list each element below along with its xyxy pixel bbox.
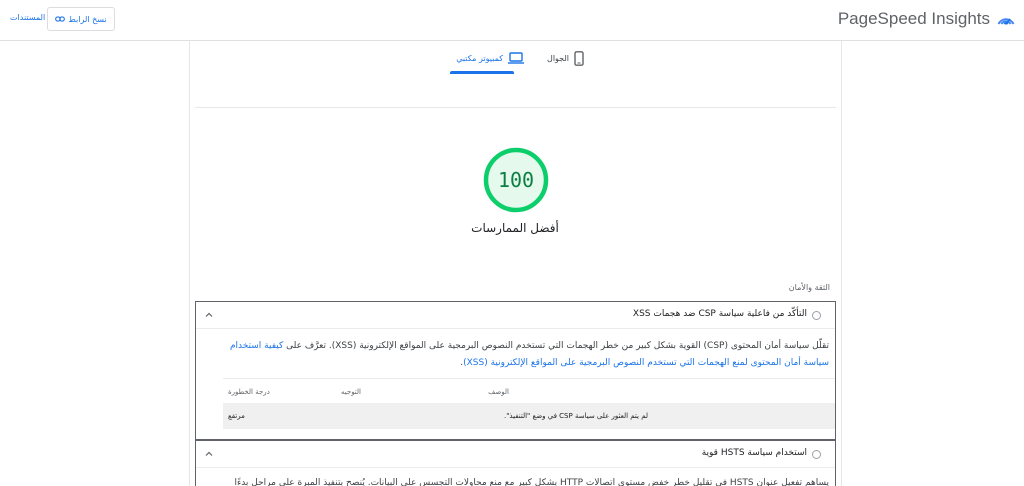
audit-hsts: استخدام سياسة HSTS قوية يساهم تفعيل عنوا… (195, 440, 836, 486)
tab-desktop[interactable]: كمبيوتر مكتبي (448, 42, 524, 74)
section-divider (195, 107, 836, 108)
pagespeed-logo-icon (997, 18, 1015, 25)
audit-header[interactable]: استخدام سياسة HSTS قوية (196, 441, 835, 468)
audit-title: استخدام سياسة HSTS قوية (701, 448, 807, 458)
audit-status-icon (812, 450, 821, 459)
audit-description: يساهم تفعيل عنوان HSTS في تقليل خطر خفض … (217, 475, 829, 486)
table-row: لم يتم العثور على سياسة CSP في وضع "التن… (223, 403, 835, 429)
top-bar: PageSpeed Insights نسخ الرابط المستندات (0, 0, 1024, 41)
col-header-directive: التوجيه (341, 388, 361, 396)
brand[interactable]: PageSpeed Insights (838, 6, 1016, 32)
selected-tab-indicator (450, 71, 514, 74)
docs-link[interactable]: المستندات (10, 13, 45, 22)
score-value: 100 (497, 168, 535, 192)
link-icon (55, 16, 66, 22)
device-tabs: الجوال كمبيوتر مكتبي (440, 42, 590, 74)
audit-description-text: يساهم تفعيل عنوان HSTS في تقليل خطر خفض … (234, 478, 829, 486)
content-right-border (841, 41, 842, 486)
smartphone-icon (574, 50, 584, 66)
content-left-border (189, 41, 190, 486)
tab-mobile-label: الجوال (547, 53, 569, 63)
audit-csp-xss: التأكّد من فاعلية سياسة CSP ضد هجمات XSS… (195, 301, 836, 440)
category-title: أفضل الممارسات (471, 221, 559, 235)
audit-table: الوصف التوجيه درجة الخطورة لم يتم العثور… (223, 378, 835, 429)
col-header-severity: درجة الخطورة (228, 388, 270, 396)
audit-title: التأكّد من فاعلية سياسة CSP ضد هجمات XSS (632, 309, 807, 319)
laptop-icon (508, 52, 524, 64)
audit-header[interactable]: التأكّد من فاعلية سياسة CSP ضد هجمات XSS (196, 302, 835, 329)
copy-link-label: نسخ الرابط (68, 14, 107, 24)
chevron-up-icon[interactable] (205, 311, 213, 319)
table-header-row: الوصف التوجيه درجة الخطورة (223, 378, 835, 403)
audit-description-text: تقلّل سياسة أمان المحتوى (CSP) القوية بش… (286, 341, 829, 351)
col-header-description: الوصف (488, 388, 509, 396)
score-gauge: 100 (482, 146, 550, 214)
audit-status-icon (812, 311, 821, 320)
copy-link-button[interactable]: نسخ الرابط (47, 7, 115, 31)
brand-name: PageSpeed Insights (837, 9, 990, 28)
tab-desktop-label: كمبيوتر مكتبي (456, 53, 503, 63)
audit-description: تقلّل سياسة أمان المحتوى (CSP) القوية بش… (217, 338, 829, 372)
chevron-up-icon[interactable] (205, 450, 213, 458)
tab-mobile[interactable]: الجوال (538, 42, 584, 74)
cell-description: لم يتم العثور على سياسة CSP في وضع "التن… (503, 412, 648, 420)
audit-group-title: الثقة والأمان (788, 283, 830, 292)
cell-severity: مرتفع (228, 412, 245, 420)
